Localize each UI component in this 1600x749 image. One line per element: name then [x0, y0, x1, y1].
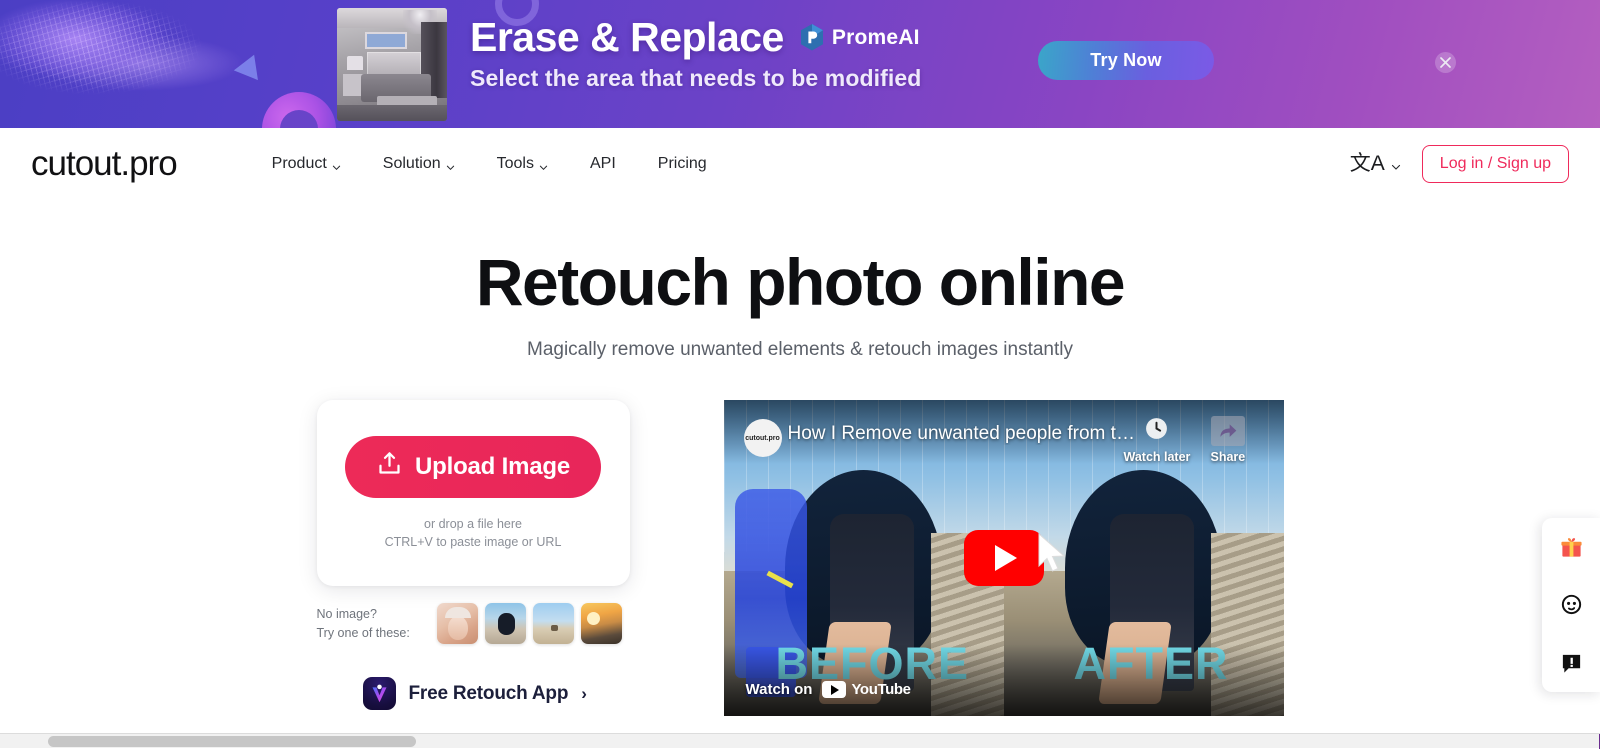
promo-thumbnail-bedroom — [337, 8, 447, 121]
upload-hint-line1: or drop a file here — [385, 515, 562, 533]
upload-dropzone[interactable]: Upload Image or drop a file here CTRL+V … — [317, 400, 630, 586]
sample-street-scene[interactable] — [485, 603, 526, 644]
navbar-right-group: 文A Log in / Sign up — [1350, 145, 1569, 183]
youtube-wordmark: YouTube — [851, 681, 910, 698]
share-button[interactable]: Share — [1211, 416, 1246, 464]
chevron-down-icon — [332, 159, 341, 168]
upload-hint-line2: CTRL+V to paste image or URL — [385, 533, 562, 551]
login-signup-button[interactable]: Log in / Sign up — [1422, 145, 1569, 183]
site-logo[interactable]: cutout.pro — [31, 144, 177, 184]
sample-thumbnails — [437, 603, 622, 644]
main-navbar: cutout.pro Product Solution Tools API Pr… — [0, 128, 1600, 200]
promeai-brand-name: PromeAI — [832, 26, 920, 50]
hero-section: Retouch photo online Magically remove un… — [0, 200, 1600, 361]
banner-close-button[interactable] — [1435, 52, 1456, 73]
watch-later-button[interactable]: Watch later — [1124, 416, 1191, 464]
nav-item-tools-label: Tools — [497, 155, 534, 173]
watch-on-youtube-button[interactable]: Watch on YouTube — [746, 681, 911, 698]
face-feedback-icon[interactable] — [1556, 590, 1586, 620]
translate-icon: 文A — [1350, 153, 1385, 174]
free-retouch-app-link[interactable]: Free Retouch App › — [363, 677, 630, 710]
promo-title: Erase & Replace — [470, 16, 784, 59]
decorative-circle — [262, 92, 336, 128]
upload-hint: or drop a file here CTRL+V to paste imag… — [385, 515, 562, 551]
try-now-button[interactable]: Try Now — [1038, 41, 1214, 80]
promo-banner[interactable]: Erase & Replace PromeAI Select the area … — [0, 0, 1600, 128]
upload-image-label: Upload Image — [415, 453, 570, 481]
nav-item-solution[interactable]: Solution — [362, 149, 476, 179]
watch-later-label: Watch later — [1124, 450, 1191, 464]
chevron-right-icon: › — [581, 684, 587, 704]
sample-sunset-pier[interactable] — [581, 603, 622, 644]
youtube-logo: YouTube — [822, 681, 910, 698]
sample-images-label: No image? Try one of these: — [317, 605, 410, 643]
chevron-down-icon — [446, 159, 455, 168]
report-feedback-icon[interactable] — [1556, 648, 1586, 678]
horizontal-scrollbar[interactable] — [0, 733, 1600, 748]
sample-label-line1: No image? — [317, 605, 410, 624]
share-label: Share — [1211, 450, 1246, 464]
page-subtitle: Magically remove unwanted elements & ret… — [0, 339, 1600, 361]
nav-item-api-label: API — [590, 155, 616, 173]
sample-label-line2: Try one of these: — [317, 624, 410, 643]
nav-item-pricing[interactable]: Pricing — [637, 149, 728, 179]
video-channel-avatar[interactable]: cutout.pro — [744, 419, 782, 457]
gift-icon[interactable] — [1556, 532, 1586, 562]
main-content: Upload Image or drop a file here CTRL+V … — [0, 400, 1600, 716]
nav-item-product[interactable]: Product — [251, 149, 362, 179]
watch-on-label: Watch on — [746, 681, 813, 698]
promo-subtitle: Select the area that needs to be modifie… — [470, 65, 921, 92]
nav-item-pricing-label: Pricing — [658, 155, 707, 173]
nav-item-api[interactable]: API — [569, 149, 637, 179]
mouse-cursor-icon — [1036, 532, 1070, 581]
upload-icon — [376, 450, 403, 484]
page-title: Retouch photo online — [0, 248, 1600, 317]
free-retouch-app-label: Free Retouch App — [409, 683, 569, 705]
upload-image-button[interactable]: Upload Image — [345, 436, 601, 498]
chevron-down-icon — [1391, 159, 1400, 168]
chevron-down-icon — [539, 159, 548, 168]
retouch-app-icon — [363, 677, 396, 710]
share-icon — [1211, 416, 1245, 446]
sample-images-row: No image? Try one of these: — [317, 603, 630, 644]
clock-icon — [1144, 416, 1169, 446]
upload-column: Upload Image or drop a file here CTRL+V … — [317, 400, 630, 716]
nav-item-solution-label: Solution — [383, 155, 441, 173]
language-switcher[interactable]: 文A — [1350, 153, 1400, 174]
floating-side-widget — [1542, 518, 1600, 692]
youtube-video-embed[interactable]: cutout.pro How I Remove unwanted people … — [724, 400, 1284, 716]
scrollbar-thumb[interactable] — [48, 736, 416, 747]
nav-item-product-label: Product — [272, 155, 327, 173]
play-icon[interactable] — [964, 530, 1044, 586]
promo-text-block: Erase & Replace PromeAI Select the area … — [470, 16, 921, 92]
promeai-hexagon-icon — [800, 24, 824, 51]
close-icon — [1440, 57, 1451, 68]
nav-item-tools[interactable]: Tools — [476, 149, 569, 179]
sample-portrait-woman[interactable] — [437, 603, 478, 644]
promeai-logo: PromeAI — [800, 24, 920, 51]
nav-links: Product Solution Tools API Pricing — [251, 149, 728, 179]
decorative-mesh-lines — [0, 0, 246, 120]
sample-beach[interactable] — [533, 603, 574, 644]
youtube-play-icon — [822, 681, 846, 698]
